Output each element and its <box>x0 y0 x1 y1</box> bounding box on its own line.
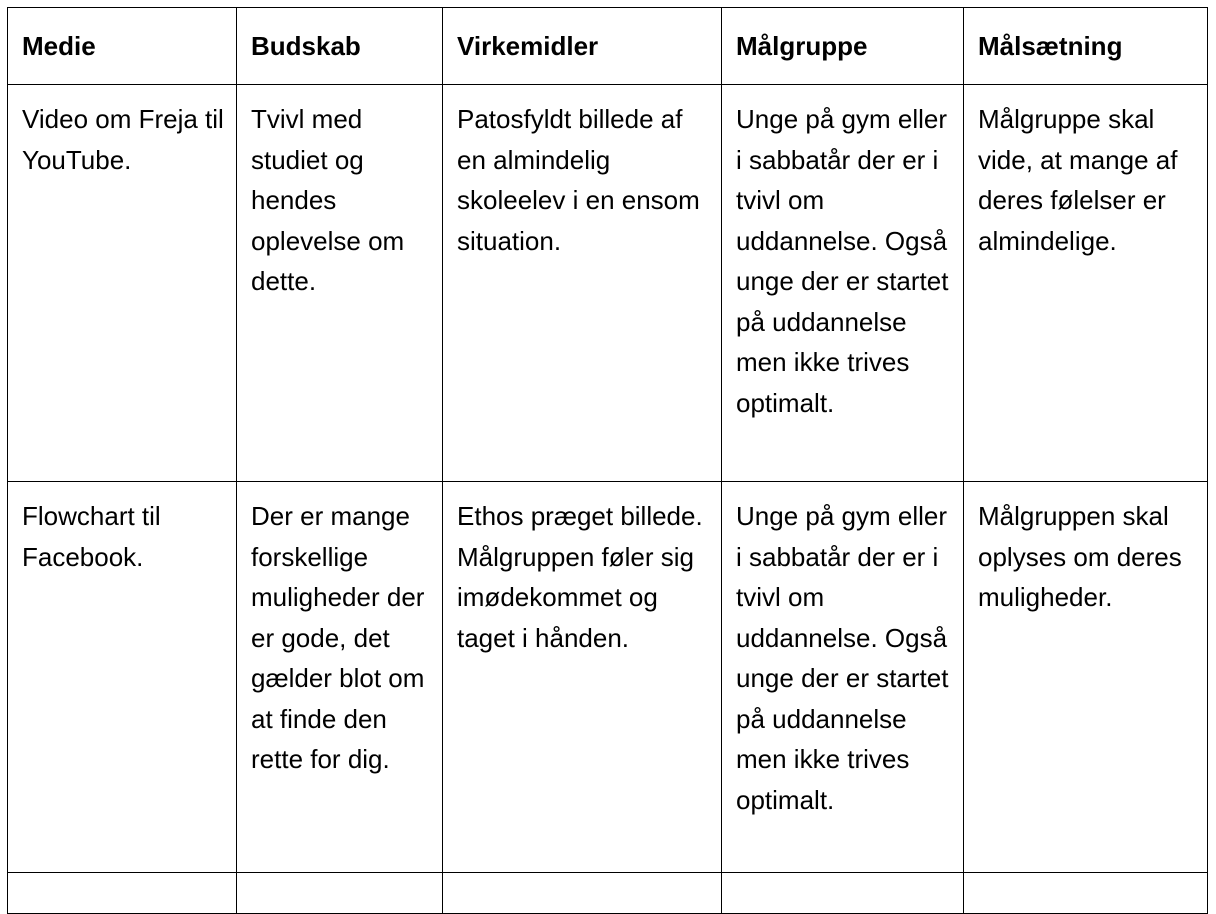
campaign-plan-table: Medie Budskab Virkemidler Målgruppe Måls… <box>7 7 1208 914</box>
cell-virkemidler <box>442 872 722 914</box>
header-virkemidler: Virkemidler <box>442 7 722 85</box>
cell-malsaetning <box>963 872 1208 914</box>
cell-budskab <box>236 872 443 914</box>
cell-virkemidler: Ethos præget billede. Målgruppen føler s… <box>442 481 722 873</box>
cell-malgruppe: Unge på gym eller i sabbatår der er i tv… <box>721 481 964 873</box>
header-malgruppe: Målgruppe <box>721 7 964 85</box>
table-row: Flowchart til Facebook. Der er mange for… <box>7 481 1208 873</box>
cell-malsaetning: Målgruppe skal vide, at mange af deres f… <box>963 84 1208 482</box>
cell-medie <box>7 872 237 914</box>
header-budskab: Budskab <box>236 7 443 85</box>
cell-budskab: Tvivl med studiet og hendes oplevelse om… <box>236 84 443 482</box>
cell-medie: Video om Freja til YouTube. <box>7 84 237 482</box>
cell-medie: Flowchart til Facebook. <box>7 481 237 873</box>
cell-malgruppe: Unge på gym eller i sabbatår der er i tv… <box>721 84 964 482</box>
cell-budskab: Der er mange forskellige muligheder der … <box>236 481 443 873</box>
cell-virkemidler: Patosfyldt billede af en almindelig skol… <box>442 84 722 482</box>
table-row: Video om Freja til YouTube. Tvivl med st… <box>7 84 1208 482</box>
header-malsaetning: Målsætning <box>963 7 1208 85</box>
header-medie: Medie <box>7 7 237 85</box>
table-row <box>7 872 1208 914</box>
cell-malsaetning: Målgruppen skal oplyses om deres mulighe… <box>963 481 1208 873</box>
header-row: Medie Budskab Virkemidler Målgruppe Måls… <box>7 7 1208 85</box>
cell-malgruppe <box>721 872 964 914</box>
